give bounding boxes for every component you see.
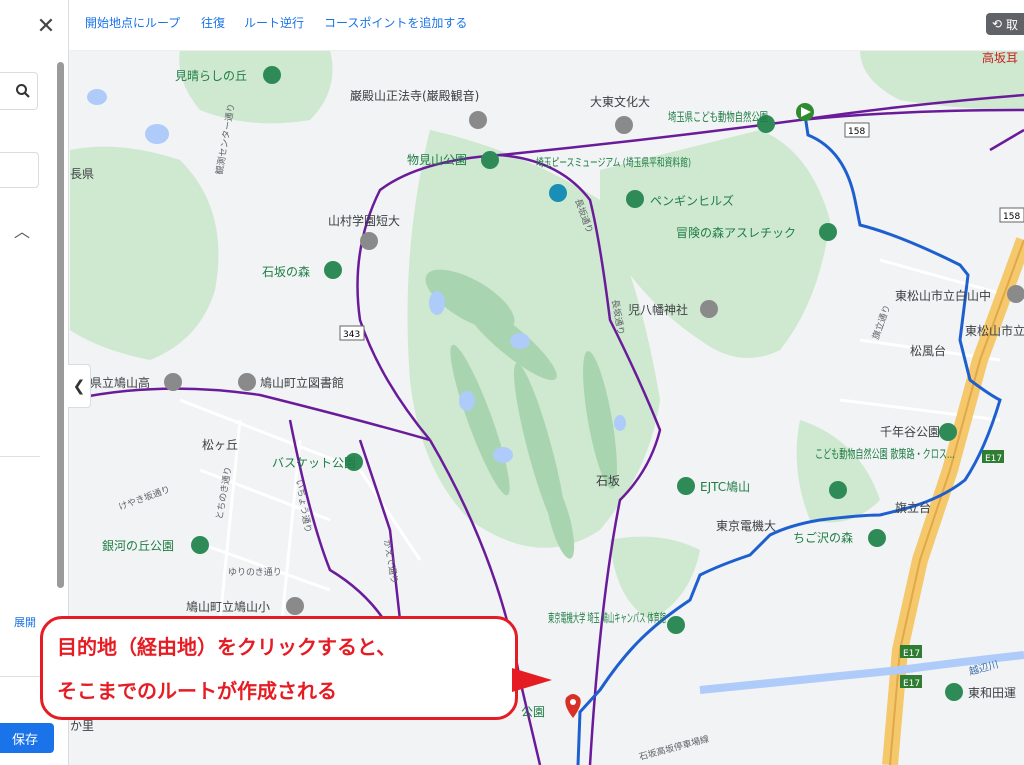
route-toolbar: 開始地点にループ 往復 ルート逆行 コースポイントを追加する ⟲ 取 [69, 0, 1024, 51]
svg-text:E17: E17 [903, 649, 920, 659]
map-label: 山村学園短大 [328, 213, 400, 228]
save-button[interactable]: 保存 [0, 723, 54, 753]
map-label: 銀河の丘公園 [102, 539, 174, 553]
map-label: 埼玉県こども動物自然公園 [668, 109, 768, 124]
park-icon [819, 223, 837, 241]
divider [0, 676, 40, 677]
callout-text-line2: そこまでのルートが作成される [57, 679, 337, 703]
map-label: 東松山市立白山中 [895, 288, 991, 303]
svg-text:343: 343 [343, 330, 360, 340]
instruction-callout: 目的地（経由地）をクリックすると、 そこまでのルートが作成される [40, 616, 518, 720]
svg-text:ゆりのき通り: ゆりのき通り [228, 567, 282, 578]
close-icon[interactable]: ✕ [30, 10, 62, 42]
add-course-point-button[interactable]: コースポイントを追加する [324, 14, 467, 31]
map-label: 東京電機大 [716, 518, 776, 533]
map-label: 長県 [70, 167, 94, 181]
map-label: 埼玉ピースミュージアム (埼玉県平和資料館) [536, 155, 691, 169]
school-icon [360, 232, 378, 250]
route-name-field[interactable] [0, 152, 39, 188]
park-icon [667, 616, 685, 634]
search-field[interactable] [0, 72, 38, 110]
map-label: EJTC鳩山 [700, 480, 750, 494]
map-label: 石坂 [596, 474, 620, 488]
map-label: 冒険の森アスレチック [676, 225, 796, 240]
penguin-icon [626, 190, 644, 208]
map-label: 大東文化大 [590, 94, 650, 109]
map-label: 千年谷公園 [880, 425, 940, 439]
map-label: 物見山公園 [407, 153, 467, 167]
school-icon [164, 373, 182, 391]
map-label: 東京電機大学 埼玉 鳩山キャンパス 体育館 [548, 610, 666, 625]
temple-icon [469, 111, 487, 129]
search-icon[interactable] [15, 83, 31, 99]
map-label: 見晴らしの丘 [175, 69, 247, 83]
park-icon [191, 536, 209, 554]
school-icon [615, 116, 633, 134]
loop-to-start-button[interactable]: 開始地点にループ [85, 14, 180, 31]
map-label: 巌殿山正法寺(巌殿観音) [350, 88, 479, 103]
park-icon [945, 683, 963, 701]
museum-icon [549, 184, 567, 202]
callout-text-line1: 目的地（経由地）をクリックすると、 [57, 635, 397, 659]
park-icon [939, 423, 957, 441]
map-label: 児八幡神社 [628, 302, 688, 317]
svg-text:E17: E17 [985, 454, 1002, 464]
map-label: 高坂耳 [982, 50, 1018, 65]
shrine-icon [700, 300, 718, 318]
map-label: 東松山市立 [965, 323, 1024, 338]
map-label: 東和田運 [968, 686, 1016, 700]
forest-icon [324, 261, 342, 279]
svg-text:158: 158 [1003, 212, 1020, 222]
map-label: 公園 [521, 705, 545, 719]
map-label: 松ヶ丘 [202, 438, 238, 452]
map-label: 県立鳩山高 [90, 375, 150, 390]
divider [0, 456, 40, 457]
undo-button[interactable]: ⟲ 取 [985, 13, 1024, 35]
callout-pointer [512, 668, 552, 692]
school-icon [286, 597, 304, 615]
map-label: 松風台 [910, 343, 946, 358]
svg-text:E17: E17 [903, 679, 920, 689]
collapse-panel-button[interactable]: ❮ [68, 364, 91, 408]
park-icon [263, 66, 281, 84]
reverse-route-button[interactable]: ルート逆行 [244, 14, 304, 31]
map-label: 石坂の森 [262, 264, 310, 279]
map-label: 鳩山町立図書館 [260, 375, 344, 390]
map-label: こども動物自然公園 散策路・クロス… [815, 446, 955, 461]
chevron-left-icon: ❮ [72, 377, 86, 395]
map-label: ちご沢の森 [793, 530, 853, 545]
svg-text:158: 158 [848, 127, 865, 137]
forest-icon [868, 529, 886, 547]
map-label: か里 [70, 719, 94, 733]
chevron-up-icon[interactable]: ︿ [14, 218, 30, 242]
park-icon [829, 481, 847, 499]
map-label: バスケット公園 [272, 456, 356, 470]
library-icon [238, 373, 256, 391]
map-label: 鳩山町立鳩山小 [186, 599, 270, 614]
expand-link[interactable]: 展開 [14, 614, 36, 630]
park-icon [677, 477, 695, 495]
undo-icon: ⟲ [991, 17, 1002, 31]
round-trip-button[interactable]: 往復 [201, 14, 225, 31]
map-label: 旗立台 [895, 500, 931, 515]
panel-scrollbar[interactable] [57, 62, 64, 588]
park-icon [481, 151, 499, 169]
map-label: ペンギンヒルズ [650, 193, 734, 208]
